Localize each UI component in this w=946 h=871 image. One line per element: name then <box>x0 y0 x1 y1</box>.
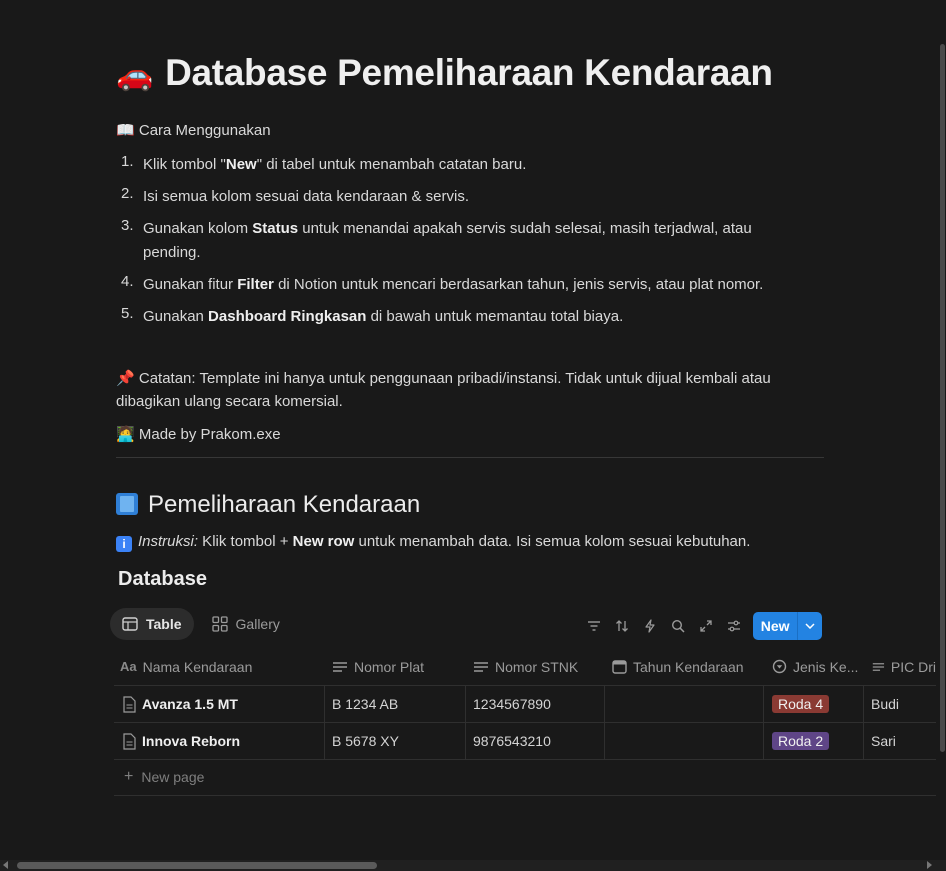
search-icon[interactable] <box>664 613 692 639</box>
table-header: Aa Nama Kendaraan Nomor Plat Nomor STNK … <box>114 648 936 686</box>
table-row[interactable]: Avanza 1.5 MT B 1234 AB 1234567890 Roda … <box>114 686 936 723</box>
table-row[interactable]: Innova Reborn B 5678 XY 9876543210 Roda … <box>114 723 936 760</box>
car-icon: 🚗 <box>116 59 154 92</box>
scroll-left-icon[interactable] <box>3 861 8 869</box>
scroll-right-icon[interactable] <box>927 861 932 869</box>
horizontal-scroll-thumb[interactable] <box>17 862 377 869</box>
cell-nama[interactable]: Avanza 1.5 MT <box>122 686 238 722</box>
column-header-jenis[interactable]: Jenis Ke... <box>772 648 867 685</box>
cell-stnk[interactable]: 9876543210 <box>473 723 551 759</box>
column-divider <box>465 685 466 759</box>
cell-nama[interactable]: Innova Reborn <box>122 723 240 759</box>
cell-pic[interactable]: Sari <box>871 723 896 759</box>
column-divider <box>863 685 864 759</box>
expand-icon[interactable] <box>692 613 720 639</box>
lightning-icon[interactable] <box>636 613 664 639</box>
divider <box>116 457 824 458</box>
page-icon <box>123 695 136 713</box>
tab-gallery[interactable]: Gallery <box>200 608 292 640</box>
instruction-line: i Instruksi: Klik tombol + New row untuk … <box>116 533 750 552</box>
section-title: Pemeliharaan Kendaraan <box>116 491 420 519</box>
info-icon: i <box>116 536 132 552</box>
note-line-1: 📌 Catatan: Template ini hanya untuk peng… <box>116 370 771 387</box>
table-icon <box>122 617 138 631</box>
chevron-down-icon[interactable] <box>797 612 822 640</box>
column-header-nama[interactable]: Aa Nama Kendaraan <box>120 648 320 685</box>
cell-jenis[interactable]: Roda 2 <box>772 723 830 759</box>
text-property-icon <box>474 661 488 672</box>
cell-stnk[interactable]: 1234567890 <box>473 686 551 722</box>
database-toolbar <box>580 613 748 639</box>
column-divider <box>324 685 325 759</box>
filter-icon[interactable] <box>580 613 608 639</box>
database-title[interactable]: Database <box>118 568 207 591</box>
pushpin-icon: 📌 <box>116 370 135 387</box>
cell-plat[interactable]: B 5678 XY <box>332 723 399 759</box>
person-icon: 🧑‍💻 <box>116 426 135 443</box>
page-icon <box>123 732 136 750</box>
column-header-plat[interactable]: Nomor Plat <box>332 648 462 685</box>
column-header-pic[interactable]: PIC Dri <box>872 648 936 685</box>
blue-book-icon <box>116 493 138 515</box>
view-tabs: Table Gallery <box>110 608 292 640</box>
text-property-icon <box>333 661 347 672</box>
page-title: 🚗 Database Pemeliharaan Kendaraan <box>116 52 773 93</box>
cell-plat[interactable]: B 1234 AB <box>332 686 398 722</box>
settings-sliders-icon[interactable] <box>720 613 748 639</box>
new-button[interactable]: New <box>753 612 822 640</box>
made-by: 🧑‍💻 Made by Prakom.exe <box>116 426 281 443</box>
cell-jenis[interactable]: Roda 4 <box>772 686 830 722</box>
vertical-scrollbar[interactable] <box>940 44 945 752</box>
cell-pic[interactable]: Budi <box>871 686 899 722</box>
select-property-icon <box>772 659 787 674</box>
book-icon: 📖 <box>116 122 135 139</box>
title-property-icon: Aa <box>120 659 137 674</box>
guide-heading: 📖 Cara Menggunakan <box>116 122 271 139</box>
plus-icon: + <box>124 768 134 785</box>
column-divider <box>763 685 764 759</box>
column-header-tahun[interactable]: Tahun Kendaraan <box>612 648 767 685</box>
new-page-row[interactable]: + New page <box>114 759 936 796</box>
column-divider <box>604 685 605 759</box>
text-property-icon <box>872 662 885 671</box>
gallery-icon <box>211 616 228 632</box>
note-line-2: dibagikan ulang secara komersial. <box>116 393 343 410</box>
column-header-stnk[interactable]: Nomor STNK <box>473 648 608 685</box>
horizontal-scrollbar[interactable] <box>0 860 946 871</box>
jenis-tag: Roda 2 <box>772 732 830 750</box>
calendar-icon <box>612 660 627 674</box>
tab-table[interactable]: Table <box>110 608 194 640</box>
sort-icon[interactable] <box>608 613 636 639</box>
jenis-tag: Roda 4 <box>772 695 830 713</box>
